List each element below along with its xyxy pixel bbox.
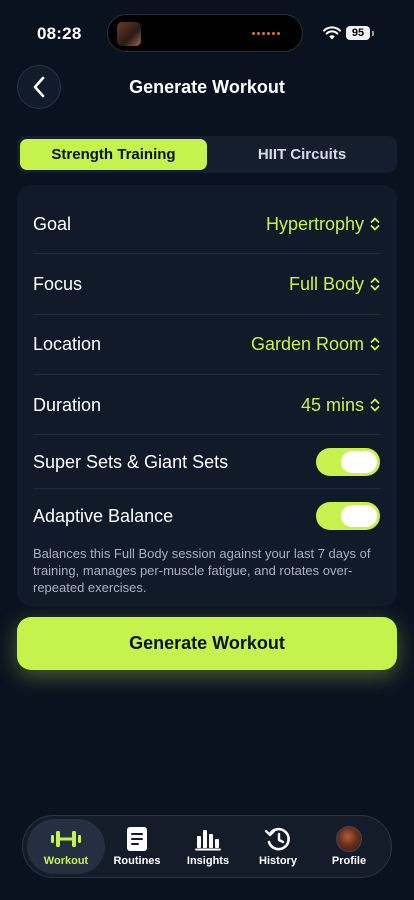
divider [33, 434, 380, 435]
tab-routines-label: Routines [113, 855, 161, 867]
chevron-up-down-icon [370, 337, 380, 351]
goal-select[interactable]: Hypertrophy [266, 214, 380, 235]
duration-value: 45 mins [300, 394, 364, 415]
bar-chart-icon [195, 830, 221, 851]
super-sets-label: Super Sets & Giant Sets [33, 451, 229, 472]
workout-type-segmented-control: Strength Training HIIT Circuits [17, 136, 397, 173]
page-title: Generate Workout [129, 77, 285, 97]
tab-workout[interactable]: Workout [27, 819, 105, 874]
tab-strength-training[interactable]: Strength Training [20, 139, 207, 170]
chevron-up-down-icon [370, 217, 380, 231]
chevron-up-down-icon [370, 398, 380, 412]
location-label: Location [33, 333, 102, 354]
divider [33, 253, 380, 254]
tab-profile-label: Profile [331, 855, 367, 867]
tab-workout-label: Workout [43, 855, 89, 867]
battery-indicator: 95 [346, 26, 370, 40]
tab-hiit-circuits[interactable]: HIIT Circuits [210, 139, 394, 170]
duration-select[interactable]: 45 mins [301, 395, 380, 416]
tab-insights[interactable]: Insights [169, 819, 247, 874]
super-sets-toggle[interactable] [316, 448, 380, 476]
avatar [336, 826, 362, 852]
goal-value: Hypertrophy [265, 213, 364, 234]
divider [33, 314, 380, 315]
focus-label: Focus [33, 273, 83, 294]
adaptive-balance-row: Adaptive Balance [33, 499, 380, 533]
adaptive-balance-label: Adaptive Balance [33, 505, 174, 526]
chevron-up-down-icon [370, 277, 380, 291]
generate-workout-button[interactable]: Generate Workout [17, 617, 397, 670]
focus-value: Full Body [288, 273, 364, 294]
bottom-tab-bar: Workout Routines Insights History Profil… [22, 815, 392, 878]
divider [33, 374, 380, 375]
toggle-knob [341, 451, 377, 473]
location-row[interactable]: Location Garden Room [33, 326, 380, 362]
adaptive-balance-toggle[interactable] [316, 502, 380, 530]
tab-profile[interactable]: Profile [310, 819, 388, 874]
focus-row[interactable]: Focus Full Body [33, 266, 380, 302]
location-select[interactable]: Garden Room [251, 334, 380, 355]
divider [33, 488, 380, 489]
battery-tip [372, 31, 374, 36]
document-icon [127, 827, 147, 851]
dynamic-island [107, 14, 303, 52]
goal-label: Goal [33, 213, 72, 234]
dumbbell-icon [51, 831, 81, 847]
wifi-icon [323, 26, 341, 40]
duration-label: Duration [33, 394, 102, 415]
workout-settings-card: Goal Hypertrophy Focus Full Body Locatio… [17, 185, 397, 606]
history-icon [264, 827, 290, 851]
tab-routines[interactable]: Routines [98, 819, 176, 874]
location-value: Garden Room [250, 333, 364, 354]
goal-row[interactable]: Goal Hypertrophy [33, 206, 380, 242]
focus-select[interactable]: Full Body [289, 274, 380, 295]
tab-history[interactable]: History [239, 819, 317, 874]
tab-history-label: History [259, 855, 297, 867]
super-sets-row: Super Sets & Giant Sets [33, 445, 380, 479]
adaptive-balance-description: Balances this Full Body session against … [33, 546, 371, 595]
audio-activity-icon [252, 32, 280, 35]
now-playing-artwork [117, 22, 141, 46]
duration-row[interactable]: Duration 45 mins [33, 387, 380, 423]
status-time: 08:28 [37, 24, 82, 43]
toggle-knob [341, 505, 377, 527]
tab-insights-label: Insights [186, 855, 230, 867]
